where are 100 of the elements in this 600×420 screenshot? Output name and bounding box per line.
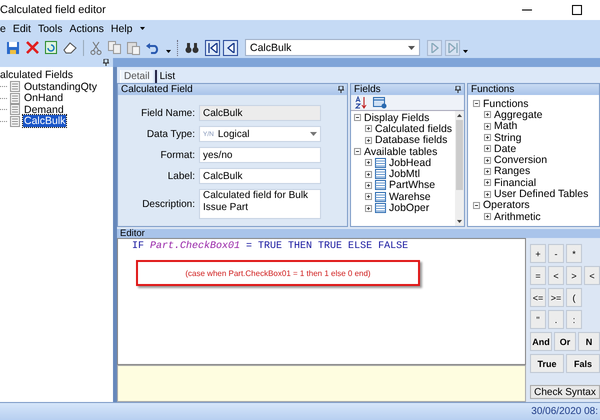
tree-item[interactable]: JobHead: [389, 156, 432, 169]
save-icon[interactable]: [6, 40, 20, 54]
operator-button[interactable]: N: [578, 332, 600, 351]
caret-icon[interactable]: [140, 27, 144, 30]
expander-icon[interactable]: [365, 170, 372, 178]
navigation-button[interactable]: [205, 40, 220, 56]
operator-button[interactable]: -: [548, 244, 564, 263]
operator-button[interactable]: <: [584, 266, 600, 285]
tree-item[interactable]: Math: [494, 120, 518, 132]
paste-icon[interactable]: [127, 40, 140, 54]
expander-icon[interactable]: [484, 213, 491, 220]
tree-item[interactable]: JobMtl: [389, 168, 420, 180]
tree-item[interactable]: CalcBulk: [23, 115, 66, 128]
cut-icon[interactable]: [90, 40, 102, 54]
refresh-icon[interactable]: [45, 41, 57, 54]
tree-item[interactable]: Financial: [494, 176, 536, 189]
tree-item[interactable]: Warehse: [389, 190, 431, 203]
operator-button[interactable]: >: [566, 266, 582, 285]
maximize-icon[interactable]: [572, 5, 582, 15]
dropdown-arrow-icon: [310, 132, 317, 136]
sort-icon[interactable]: [355, 96, 367, 109]
tree-item[interactable]: Conversion: [494, 154, 548, 166]
tree-item[interactable]: Database fields: [375, 134, 448, 146]
expander-icon[interactable]: [484, 134, 491, 142]
operator-button[interactable]: >=: [548, 288, 564, 307]
input-field[interactable]: CalcBulk: [199, 168, 321, 184]
expander-icon[interactable]: [365, 204, 372, 212]
expander-icon[interactable]: [484, 179, 491, 186]
caret-icon[interactable]: [463, 50, 468, 53]
operator-button[interactable]: Or: [554, 332, 576, 351]
caret-icon[interactable]: [166, 50, 171, 53]
binoculars-icon[interactable]: [185, 42, 199, 54]
scroll-up-icon[interactable]: [457, 114, 462, 117]
operator-button[interactable]: <: [548, 266, 564, 285]
tree-item[interactable]: Ranges: [494, 165, 530, 178]
pin-icon[interactable]: [103, 59, 109, 66]
expander-icon[interactable]: [473, 202, 480, 209]
expander-icon[interactable]: [484, 122, 491, 130]
expander-icon[interactable]: [484, 168, 491, 175]
panel-title: Editor: [120, 228, 145, 239]
tree-item[interactable]: String: [494, 132, 522, 144]
tab[interactable]: Detail: [120, 70, 153, 83]
expander-icon[interactable]: [484, 145, 491, 152]
operator-button[interactable]: ": [530, 310, 546, 329]
operator-button[interactable]: And: [530, 332, 552, 351]
expander-icon[interactable]: [484, 111, 491, 118]
code-editor[interactable]: IF Part.CheckBox01 = TRUE THEN TRUE ELSE FALSE (case when Part.CheckBox01 = 1 then 1 else 0 end): [117, 238, 526, 365]
expander-icon[interactable]: [365, 136, 372, 144]
operator-button[interactable]: (: [566, 288, 582, 307]
menu-item[interactable]: e: [0, 22, 6, 34]
tree-item[interactable]: Demand: [23, 104, 65, 116]
tree-item[interactable]: User Defined Tables: [494, 188, 588, 200]
tree-item[interactable]: Functions: [483, 98, 529, 110]
operator-button[interactable]: .: [548, 310, 564, 329]
record-dropdown[interactable]: CalcBulk: [245, 39, 420, 56]
tree-item[interactable]: Arithmetic: [494, 210, 541, 222]
input-field[interactable]: yes/no: [199, 147, 321, 163]
tree-item[interactable]: Operators: [483, 199, 530, 212]
operator-button[interactable]: :: [566, 310, 582, 329]
tree-item[interactable]: Aggregate: [494, 108, 542, 121]
tree-item[interactable]: Date: [494, 142, 516, 155]
tree-item[interactable]: alculated Fields: [0, 69, 113, 81]
expander-icon[interactable]: [365, 125, 372, 132]
navigation-button[interactable]: [223, 40, 238, 56]
operator-button[interactable]: <=: [530, 288, 546, 307]
undo-icon[interactable]: [146, 42, 160, 54]
expander-icon[interactable]: [484, 156, 491, 164]
tree-item[interactable]: Display Fields: [364, 112, 430, 124]
operator-button[interactable]: =: [530, 266, 546, 285]
table-properties-icon[interactable]: [373, 96, 387, 108]
operator-button[interactable]: +: [530, 244, 546, 263]
menu-item[interactable]: Help: [110, 22, 132, 34]
pin-icon[interactable]: [338, 86, 344, 93]
expander-icon[interactable]: [354, 114, 361, 122]
expander-icon[interactable]: [365, 182, 372, 189]
delete-icon[interactable]: [26, 41, 39, 54]
expander-icon[interactable]: [365, 159, 372, 166]
pin-icon[interactable]: [455, 86, 461, 93]
expander-icon[interactable]: [354, 148, 361, 156]
menu-item[interactable]: Tools: [38, 22, 62, 34]
tree-item[interactable]: Calculated fields: [375, 122, 452, 135]
input-field[interactable]: CalcBulk: [199, 105, 321, 121]
expander-icon[interactable]: [484, 190, 491, 198]
tree-item[interactable]: OnHand: [23, 92, 64, 104]
operator-button[interactable]: *: [566, 244, 582, 263]
operator-button[interactable]: True: [530, 354, 564, 373]
scrollbar[interactable]: [455, 111, 464, 226]
scroll-down-icon[interactable]: [457, 220, 462, 223]
tree-item[interactable]: PartWhse: [389, 179, 436, 192]
tree-item[interactable]: OutstandingQty: [23, 80, 98, 93]
tree-item[interactable]: Available tables: [364, 146, 438, 158]
expander-icon[interactable]: [365, 193, 372, 200]
expander-icon[interactable]: [473, 100, 480, 108]
operator-button[interactable]: Fals: [566, 354, 600, 373]
tree-item[interactable]: JobOper: [389, 202, 430, 214]
check-syntax-button[interactable]: Check Syntax: [530, 385, 600, 399]
menu-item[interactable]: Actions: [69, 22, 104, 34]
text-area[interactable]: Calculated field for Bulk Issue Part: [199, 189, 321, 219]
menu-item[interactable]: Edit: [12, 22, 31, 34]
eraser-icon[interactable]: [63, 42, 77, 54]
